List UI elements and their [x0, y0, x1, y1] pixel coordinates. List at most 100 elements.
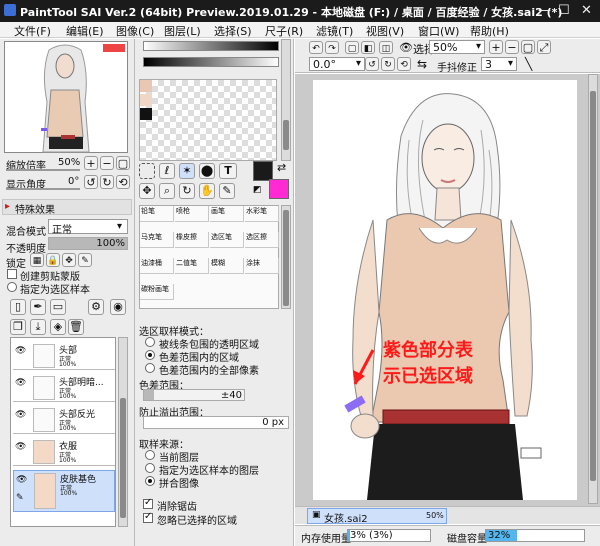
rect-select-icon[interactable]	[139, 163, 155, 179]
rotate-right-icon[interactable]: ↻	[100, 175, 114, 189]
menu-window[interactable]: 窗口(W)	[418, 23, 459, 39]
tool-smudge[interactable]: 涂抹	[245, 258, 279, 274]
merge-down-icon[interactable]: ⤓	[30, 319, 46, 335]
layer-scrollbar[interactable]	[118, 337, 128, 527]
angle-select[interactable]: 0.0° ▾	[309, 57, 365, 71]
menu-ruler[interactable]: 尺子(R)	[265, 23, 303, 39]
invert-icon[interactable]: ◧	[361, 41, 375, 54]
menu-image[interactable]: 图像(C)	[116, 23, 154, 39]
canvas-rotate-reset-icon[interactable]: ⟲	[397, 57, 411, 71]
zoom-out-icon[interactable]: −	[100, 156, 114, 170]
tool-select-pen[interactable]: 选区笔	[210, 232, 244, 248]
canvas-v-thumb[interactable]	[590, 91, 596, 481]
layer-row[interactable]: 👁 头部反光 正常 100%	[13, 406, 115, 434]
navigator-preview[interactable]	[4, 41, 128, 153]
line-tool-icon[interactable]: ╲	[525, 57, 532, 71]
canvas-page[interactable]: 紫色部分表 示已选区域	[313, 80, 577, 500]
layer-row-selected[interactable]: 👁 ✎ 皮肤基色 正常 100%	[13, 470, 115, 512]
lock-paint-icon[interactable]: ✎	[78, 253, 92, 267]
primary-color[interactable]	[253, 161, 273, 181]
canvas-zoom-out-icon[interactable]: −	[505, 40, 519, 54]
mode-radio-1[interactable]	[145, 337, 155, 347]
copy-layer-icon[interactable]: ❐	[10, 319, 26, 335]
tool-marker[interactable]: 马克笔	[140, 232, 174, 248]
rotate-reset-icon[interactable]: ⟲	[116, 175, 130, 189]
canvas-rotate-left-icon[interactable]: ↺	[365, 57, 379, 71]
canvas-rotate-right-icon[interactable]: ↻	[381, 57, 395, 71]
color-slider-1[interactable]	[143, 41, 279, 51]
rotate-tool-icon[interactable]: ↻	[179, 183, 195, 199]
mode-radio-2[interactable]	[145, 350, 155, 360]
menu-edit[interactable]: 编辑(E)	[66, 23, 104, 39]
hand-icon[interactable]: ✋	[199, 183, 215, 199]
opacity-slider[interactable]: 100%	[48, 237, 128, 250]
swatch[interactable]	[140, 80, 152, 92]
eye-icon[interactable]: 👁	[15, 346, 26, 356]
transparent-color-icon[interactable]: ◩	[253, 185, 262, 195]
tool-scrollbar[interactable]	[281, 205, 291, 309]
swatch[interactable]	[140, 108, 152, 120]
layer-mask-icon[interactable]: ◉	[110, 299, 126, 315]
color-slider-2[interactable]	[143, 57, 279, 67]
lock-transparency-icon[interactable]: ▦	[30, 253, 44, 267]
zoom-slider[interactable]	[6, 169, 80, 171]
tool-scroll-thumb[interactable]	[283, 210, 289, 306]
new-folder-icon[interactable]: ▭	[50, 299, 66, 315]
maximize-button[interactable]: ☐	[558, 3, 570, 18]
zoom-tool-icon[interactable]: ⌕	[159, 183, 175, 199]
ignore-checkbox[interactable]	[143, 511, 153, 523]
eye-icon[interactable]: 👁	[15, 442, 26, 452]
select-eye-icon[interactable]: 👁	[399, 41, 413, 54]
mode-radio-3[interactable]	[145, 363, 155, 373]
eyedropper-icon[interactable]: ✎	[219, 183, 235, 199]
layer-effect-icon[interactable]: ⚙	[88, 299, 104, 315]
canvas-v-scrollbar[interactable]	[588, 74, 598, 504]
swap-colors-icon[interactable]: ⇄	[277, 161, 286, 174]
tool-bucket[interactable]: 油漆桶	[140, 258, 174, 274]
blend-mode-select[interactable]: 正常 ▾	[48, 219, 128, 236]
lock-layer-icon[interactable]: 🔒	[46, 253, 60, 267]
lasso-icon[interactable]: ℓ	[159, 163, 175, 179]
close-button[interactable]: ✕	[581, 3, 592, 18]
eye-icon[interactable]: 👁	[15, 378, 26, 388]
undo-icon[interactable]: ↶	[309, 41, 323, 54]
lock-move-icon[interactable]: ✥	[62, 253, 76, 267]
eye-icon[interactable]: 👁	[15, 410, 26, 420]
zoom-reset-icon[interactable]: ▢	[116, 156, 130, 170]
tool-pencil[interactable]: 铅笔	[140, 206, 174, 222]
source-radio-3[interactable]	[145, 476, 155, 486]
tool-eraser[interactable]: 橡皮擦	[175, 232, 209, 248]
angle-slider[interactable]	[6, 188, 80, 190]
redo-icon[interactable]: ↷	[325, 41, 339, 54]
new-pen-layer-icon[interactable]: ✒	[30, 299, 46, 315]
show-selection-icon[interactable]: ◫	[379, 41, 393, 54]
stabilizer-select[interactable]: 3 ▾	[481, 57, 517, 71]
menu-view[interactable]: 视图(V)	[366, 23, 404, 39]
menu-help[interactable]: 帮助(H)	[470, 23, 509, 39]
swatch[interactable]	[140, 94, 152, 106]
tool-airbrush[interactable]: 喷枪	[175, 206, 209, 222]
source-radio-2[interactable]	[145, 463, 155, 473]
menu-layer[interactable]: 图层(L)	[164, 23, 201, 39]
swatch-scrollbar[interactable]	[281, 39, 291, 161]
sample-radio[interactable]	[7, 282, 17, 292]
menu-file[interactable]: 文件(F)	[14, 23, 51, 39]
move-icon[interactable]: ✥	[139, 183, 155, 199]
zoom-in-icon[interactable]: +	[84, 156, 98, 170]
rotate-left-icon[interactable]: ↺	[84, 175, 98, 189]
tool-brush[interactable]: 画笔	[210, 206, 244, 222]
layer-row[interactable]: 👁 头部明暗... 正常 100%	[13, 374, 115, 402]
deselect-icon[interactable]: ▢	[345, 41, 359, 54]
clear-layer-icon[interactable]: ◈	[50, 319, 66, 335]
clip-checkbox[interactable]	[7, 269, 17, 279]
new-layer-icon[interactable]: ▯	[10, 299, 26, 315]
tool-toner[interactable]: 碳粉画笔	[140, 284, 174, 300]
eye-icon[interactable]: 👁	[16, 475, 27, 485]
range-slider[interactable]: ±40	[143, 389, 245, 401]
zoom-select[interactable]: 50% ▾	[429, 40, 485, 54]
flip-horizontal-icon[interactable]: ⇆	[417, 57, 427, 71]
menu-filter[interactable]: 滤镜(T)	[316, 23, 353, 39]
overflow-input[interactable]: 0 px	[143, 416, 289, 429]
tool-watercolor[interactable]: 水彩笔	[245, 206, 279, 222]
tool-select-eraser[interactable]: 选区擦	[245, 232, 279, 248]
